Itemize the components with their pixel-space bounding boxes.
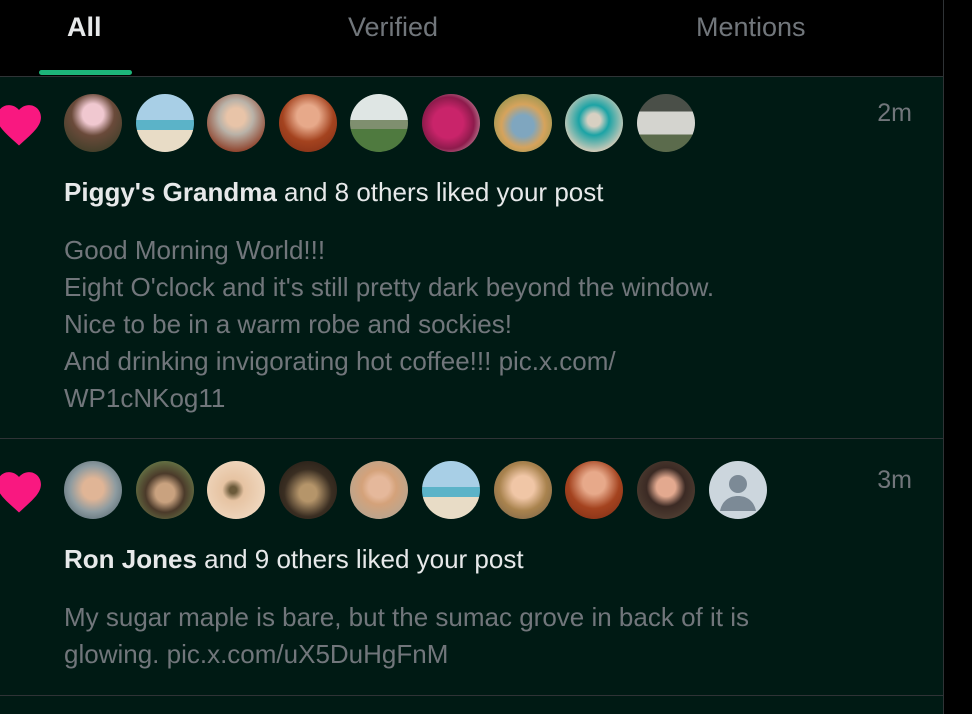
timestamp[interactable]: 3m [877,466,912,495]
avatar[interactable] [64,461,122,519]
timestamp[interactable]: 2m [877,99,912,128]
post-line: WP1cNKog11 [64,383,226,413]
post-text[interactable]: My sugar maple is bare, but the sumac gr… [64,599,884,673]
avatar[interactable] [637,94,695,152]
notification-summary: Piggy's Grandma and 8 others liked your … [64,177,603,208]
action-text: and 9 others liked your post [204,544,524,574]
notification-item[interactable]: 2m Piggy's Grandma and 8 others liked yo… [0,77,943,439]
tab-bar: All Verified Mentions [0,0,943,77]
actor-name[interactable]: Ron Jones [64,544,197,574]
avatar[interactable] [494,461,552,519]
active-tab-indicator [39,70,132,75]
tab-mentions[interactable]: Mentions [660,0,860,76]
avatar[interactable] [279,461,337,519]
post-line: Nice to be in a warm robe and sockies! [64,309,512,339]
actor-name[interactable]: Piggy's Grandma [64,177,277,207]
avatar[interactable] [565,94,623,152]
tab-label: All [67,12,102,42]
avatar[interactable] [136,94,194,152]
avatar[interactable] [350,461,408,519]
person-icon [720,475,756,511]
post-line: glowing. pic.x.com/uX5DuHgFnM [64,639,449,669]
notifications-column: All Verified Mentions 2m Piggy's Grandma… [0,0,944,714]
tab-label: Verified [348,12,439,42]
avatar[interactable] [494,94,552,152]
post-line: Eight O'clock and it's still pretty dark… [64,272,715,302]
post-text[interactable]: Good Morning World!!! Eight O'clock and … [64,232,884,417]
post-line: And drinking invigorating hot coffee!!! … [64,346,616,376]
post-line: My sugar maple is bare, but the sumac gr… [64,602,749,632]
heart-icon [0,472,41,513]
right-gutter [944,0,972,714]
tab-verified[interactable]: Verified [300,0,500,76]
tab-all[interactable]: All [0,0,170,76]
avatar[interactable] [207,94,265,152]
avatar[interactable] [350,94,408,152]
notification-item[interactable]: 3m Ron Jones and 9 others liked your pos… [0,439,943,696]
avatar[interactable] [207,461,265,519]
post-line: Good Morning World!!! [64,235,326,265]
avatar[interactable] [565,461,623,519]
avatar[interactable] [64,94,122,152]
notification-summary: Ron Jones and 9 others liked your post [64,544,524,575]
avatar[interactable] [136,461,194,519]
avatar[interactable] [422,461,480,519]
avatar[interactable] [637,461,695,519]
avatar[interactable] [279,94,337,152]
tab-label: Mentions [696,12,806,42]
avatar[interactable] [422,94,480,152]
notifications-page: All Verified Mentions 2m Piggy's Grandma… [0,0,972,714]
action-text: and 8 others liked your post [284,177,604,207]
default-avatar[interactable] [709,461,767,519]
heart-icon [0,105,41,146]
